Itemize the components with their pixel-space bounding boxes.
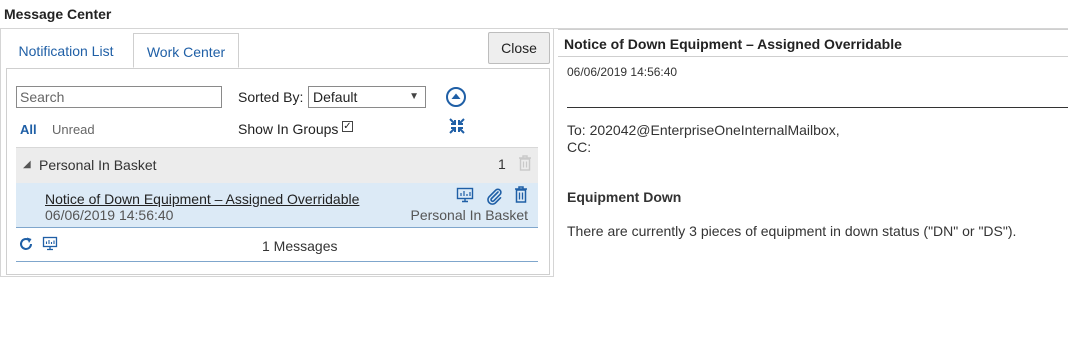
monitor-icon[interactable]: [456, 187, 474, 206]
message-count: 1 Messages: [262, 238, 338, 254]
sort-select-value: Default: [313, 89, 358, 105]
detail-body: There are currently 3 pieces of equipmen…: [567, 223, 1017, 239]
group-header[interactable]: ◢ Personal In Basket 1: [16, 147, 538, 183]
message-basket: Personal In Basket: [410, 207, 528, 223]
filter-all[interactable]: All: [20, 122, 37, 137]
paperclip-icon[interactable]: [485, 187, 503, 208]
chevron-down-icon: ▼: [409, 91, 419, 102]
detail-to: To: 202042@EnterpriseOneInternalMailbox,: [567, 122, 840, 138]
window-titlebar: Message Center: [0, 0, 1068, 29]
sort-select[interactable]: Default ▼: [308, 86, 426, 108]
sorted-by-label: Sorted By:: [238, 89, 304, 105]
expand-triangle-icon[interactable]: ◢: [23, 159, 31, 170]
collapse-arrows-icon[interactable]: [449, 118, 465, 137]
message-subject-link[interactable]: Notice of Down Equipment – Assigned Over…: [45, 191, 359, 207]
tab-notification-list[interactable]: Notification List: [2, 33, 130, 68]
arrow-up-circle-icon[interactable]: [445, 86, 467, 111]
close-button[interactable]: Close: [488, 32, 550, 64]
detail-divider: [567, 107, 1068, 108]
message-row[interactable]: Notice of Down Equipment – Assigned Over…: [16, 183, 538, 228]
list-footer: 1 Messages: [16, 231, 538, 262]
tab-work-center[interactable]: Work Center: [133, 33, 239, 68]
trash-icon[interactable]: [514, 186, 528, 206]
message-date: 06/06/2019 14:56:40: [45, 207, 174, 223]
group-name: Personal In Basket: [39, 157, 157, 173]
show-in-groups-checkbox[interactable]: ✓: [342, 121, 353, 132]
filter-unread[interactable]: Unread: [52, 122, 95, 137]
detail-cc: CC:: [567, 139, 592, 155]
show-in-groups-label: Show In Groups: [238, 121, 339, 137]
detail-heading: Equipment Down: [567, 189, 682, 205]
window-title: Message Center: [4, 6, 112, 22]
monitor-icon[interactable]: [42, 236, 58, 254]
detail-date: 06/06/2019 14:56:40: [567, 65, 678, 79]
detail-titlebar: Notice of Down Equipment – Assigned Over…: [558, 29, 1068, 57]
detail-title: Notice of Down Equipment – Assigned Over…: [564, 36, 902, 52]
refresh-icon[interactable]: [18, 236, 34, 255]
search-input[interactable]: [16, 86, 222, 108]
group-count: 1: [498, 156, 506, 172]
trash-icon[interactable]: [518, 155, 532, 174]
